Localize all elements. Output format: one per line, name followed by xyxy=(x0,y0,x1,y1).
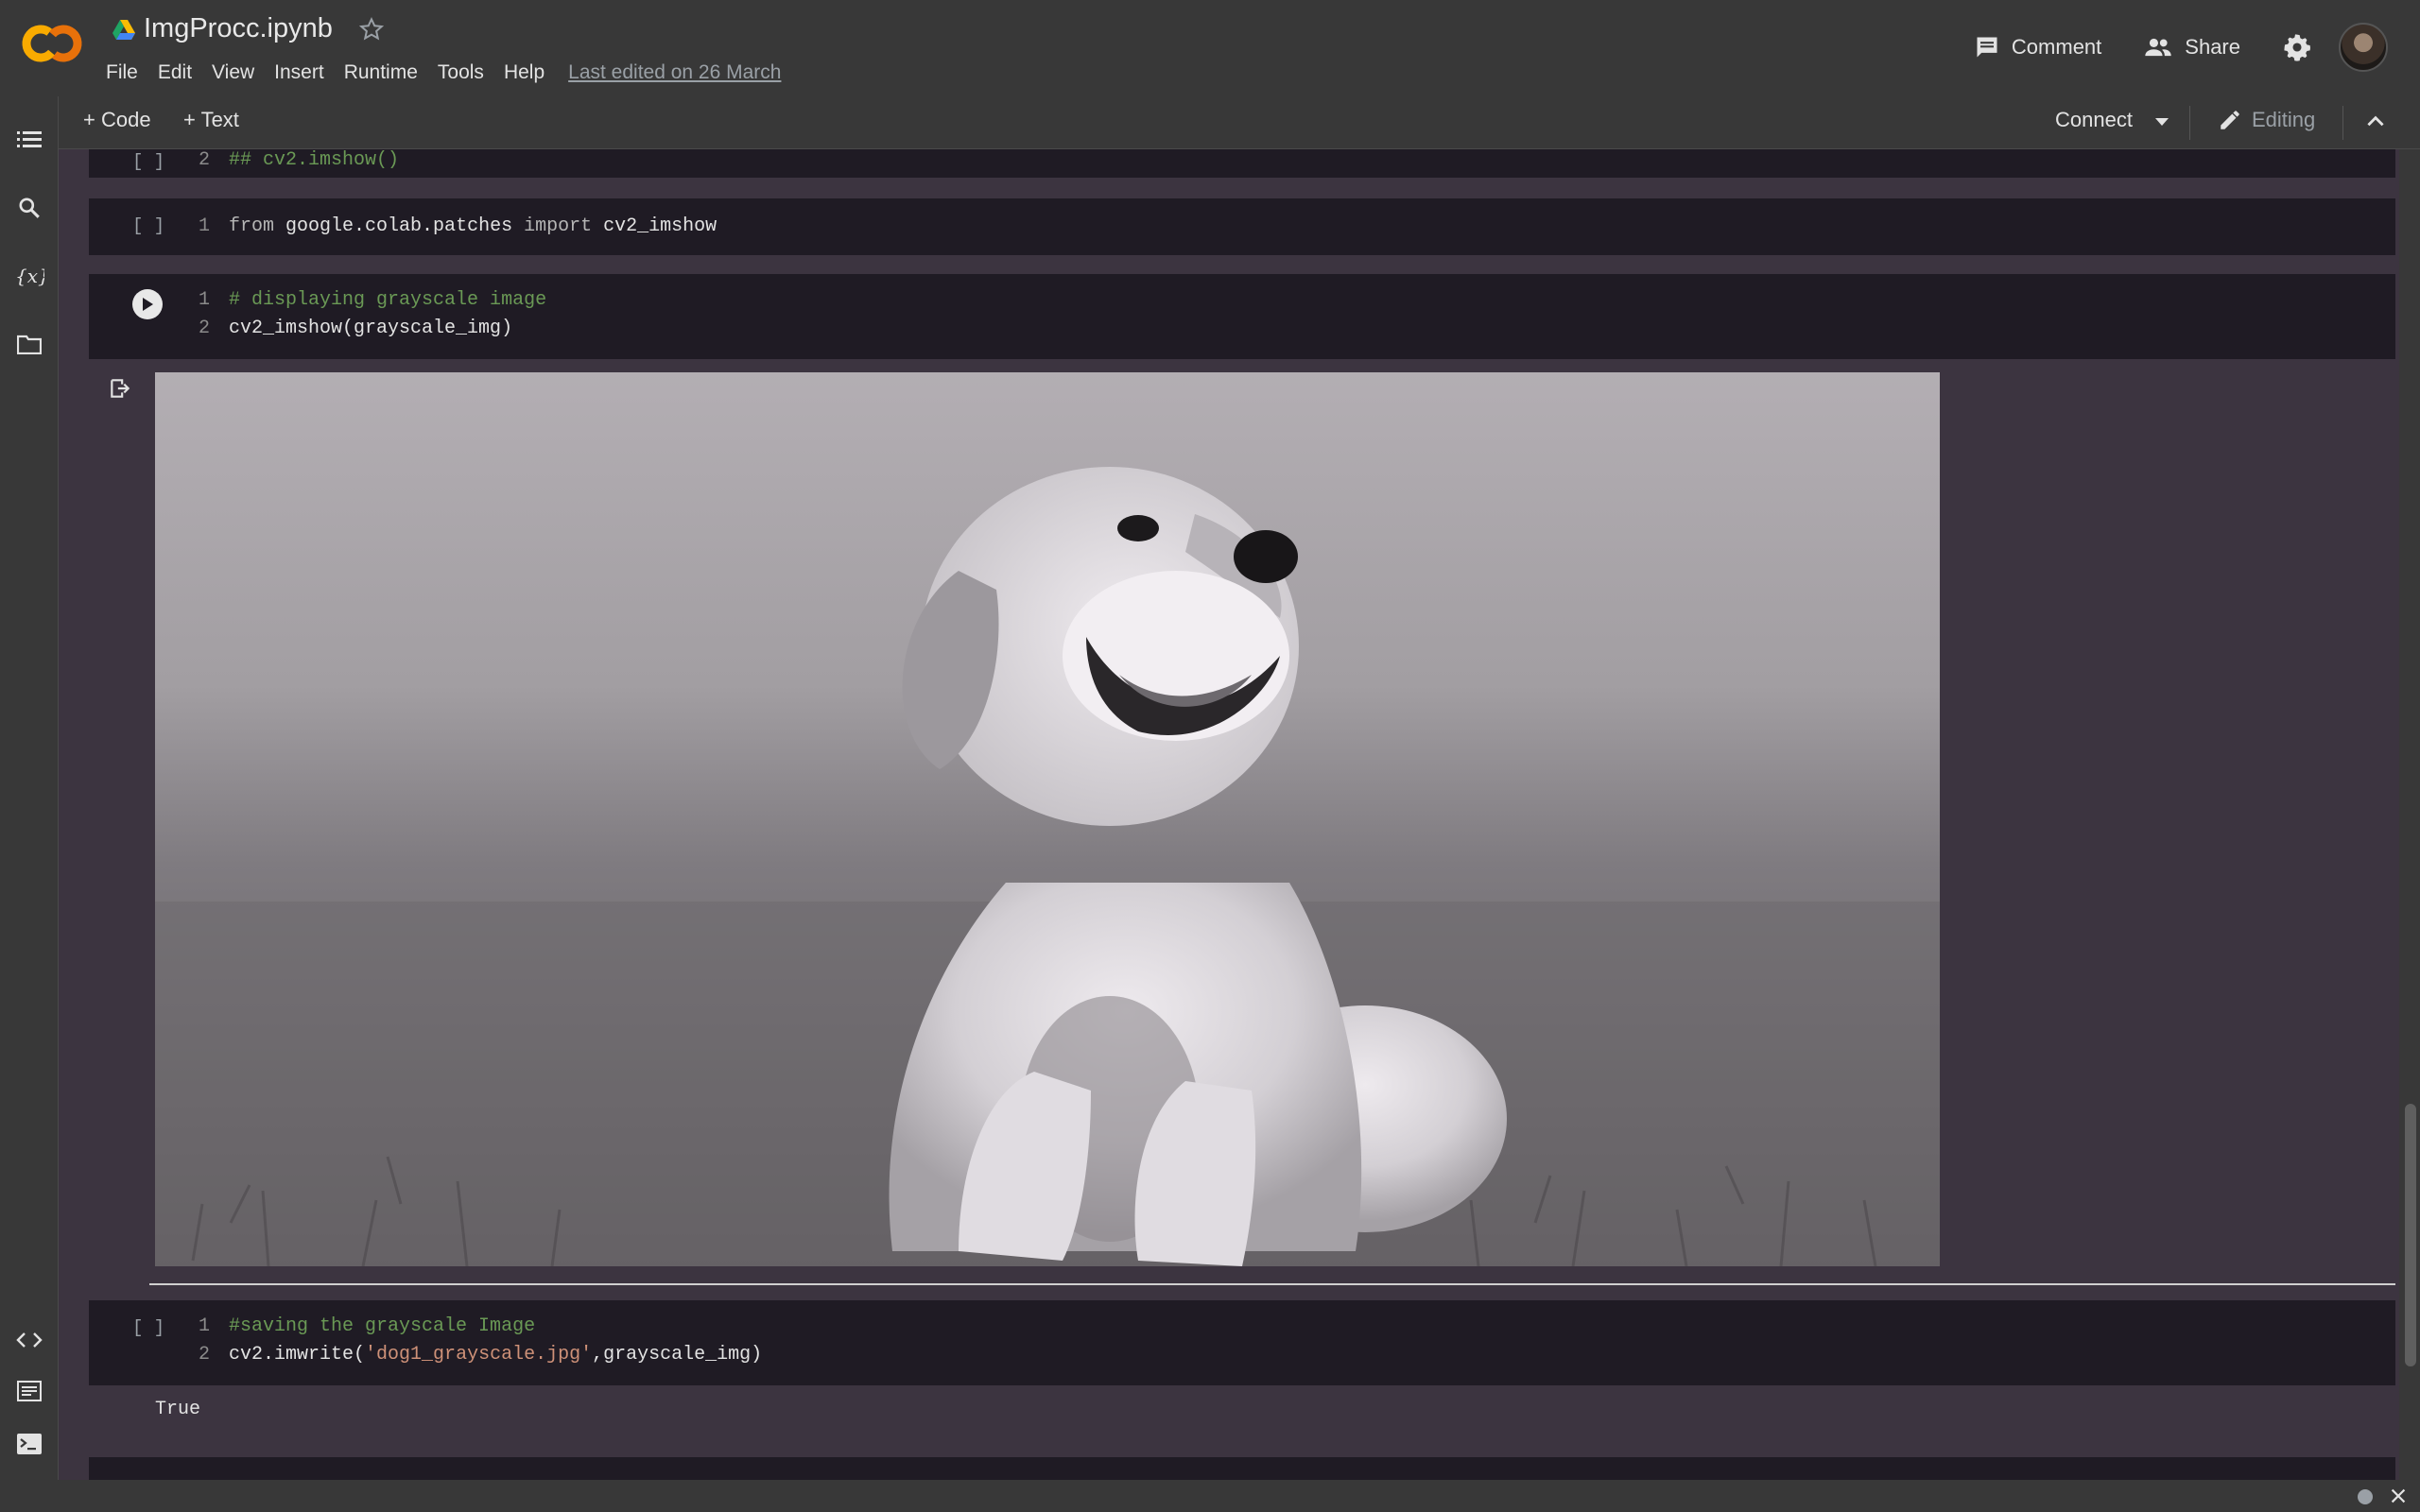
toolbar-divider xyxy=(2189,106,2190,140)
editing-mode-button[interactable]: Editing xyxy=(2218,108,2315,132)
avatar[interactable] xyxy=(2339,23,2388,72)
menu-runtime[interactable]: Runtime xyxy=(344,59,418,87)
vertical-scrollbar[interactable] xyxy=(2401,149,2420,1480)
code-cell[interactable]: [ ] 1 #saving the grayscale Image 2 cv2.… xyxy=(89,1300,2395,1385)
menu-view[interactable]: View xyxy=(212,59,254,87)
cell-run-status[interactable]: [ ] xyxy=(132,151,164,172)
top-header: ImgProcc.ipynb File Edit View Insert Run… xyxy=(0,0,2420,96)
editing-label: Editing xyxy=(2252,108,2316,131)
notebook-toolbar: + Code + Text Connect Editing xyxy=(59,96,2420,149)
add-code-button[interactable]: + Code xyxy=(83,108,151,132)
star-icon[interactable] xyxy=(357,15,386,43)
add-text-button[interactable]: + Text xyxy=(183,108,239,132)
menu-file[interactable]: File xyxy=(106,59,138,87)
notebook-area: [ ] 2 ## cv2.imshow() [ ] 1 from google.… xyxy=(59,149,2399,1480)
code-cell[interactable]: [ ] 2 ## cv2.imshow() xyxy=(89,149,2395,178)
drive-icon xyxy=(112,20,135,40)
toolbar-divider xyxy=(2342,106,2343,140)
status-indicator-icon[interactable] xyxy=(2358,1489,2373,1504)
play-icon xyxy=(143,298,153,311)
output-actions-icon[interactable] xyxy=(108,376,132,401)
folder-icon[interactable] xyxy=(14,329,44,359)
header-actions: Comment Share xyxy=(1974,21,2420,74)
close-icon[interactable] xyxy=(2388,1486,2409,1506)
cell-run-status[interactable]: [ ] xyxy=(132,215,164,236)
code-snippets-icon[interactable] xyxy=(14,1325,44,1355)
cell-output-text: True xyxy=(155,1399,201,1420)
code-cell[interactable]: [ ] 1 from google.colab.patches import c… xyxy=(89,198,2395,255)
command-palette-icon[interactable] xyxy=(14,1376,44,1406)
pencil-icon xyxy=(2221,111,2239,129)
menu-tools[interactable]: Tools xyxy=(438,59,484,87)
share-label: Share xyxy=(2185,35,2240,59)
grayscale-dog-image-output xyxy=(155,372,1940,1266)
comment-icon xyxy=(1977,37,1997,58)
scroll-thumb[interactable] xyxy=(2405,1104,2416,1366)
gear-icon[interactable] xyxy=(2282,32,2312,62)
variables-icon[interactable]: {x} xyxy=(14,261,44,291)
code-line[interactable]: 1 from google.colab.patches import cv2_i… xyxy=(199,215,717,237)
menu-help[interactable]: Help xyxy=(504,59,544,87)
svg-text:{x}: {x} xyxy=(15,265,44,287)
menu-bar: File Edit View Insert Runtime Tools Help… xyxy=(106,59,781,87)
last-edited-link[interactable]: Last edited on 26 March xyxy=(568,59,781,87)
output-divider xyxy=(149,1283,2395,1285)
code-line[interactable]: 2 ## cv2.imshow() xyxy=(199,149,399,171)
comment-label: Comment xyxy=(2011,35,2102,59)
puppy-photo xyxy=(155,372,1940,1266)
terminal-icon[interactable] xyxy=(14,1429,44,1459)
cell-run-status[interactable]: [ ] xyxy=(132,1317,164,1338)
left-sidebar: {x} xyxy=(0,96,59,1480)
toc-icon[interactable] xyxy=(14,125,44,155)
code-line[interactable]: 1 #saving the grayscale Image xyxy=(199,1315,535,1337)
code-line[interactable]: 2 cv2_imshow(grayscale_img) xyxy=(199,318,512,339)
status-bar xyxy=(0,1480,2420,1512)
code-line[interactable]: 2 cv2.imwrite('dog1_grayscale.jpg',grays… xyxy=(199,1344,762,1366)
comment-button[interactable]: Comment xyxy=(1974,34,2101,60)
connect-button[interactable]: Connect xyxy=(2055,108,2133,132)
menu-insert[interactable]: Insert xyxy=(274,59,324,87)
chevron-down-icon[interactable] xyxy=(2155,117,2169,127)
people-icon xyxy=(2145,38,2171,57)
code-cell[interactable]: 1 # displaying grayscale image 2 cv2_ims… xyxy=(89,274,2395,359)
search-icon[interactable] xyxy=(14,193,44,223)
chevron-up-icon[interactable] xyxy=(2363,110,2388,134)
share-button[interactable]: Share xyxy=(2143,34,2240,60)
notebook-title[interactable]: ImgProcc.ipynb xyxy=(144,13,333,44)
code-line[interactable]: 1 # displaying grayscale image xyxy=(199,289,546,311)
colab-logo[interactable] xyxy=(21,23,83,64)
menu-edit[interactable]: Edit xyxy=(158,59,192,87)
run-cell-button[interactable] xyxy=(132,289,163,319)
code-cell[interactable] xyxy=(89,1457,2395,1480)
